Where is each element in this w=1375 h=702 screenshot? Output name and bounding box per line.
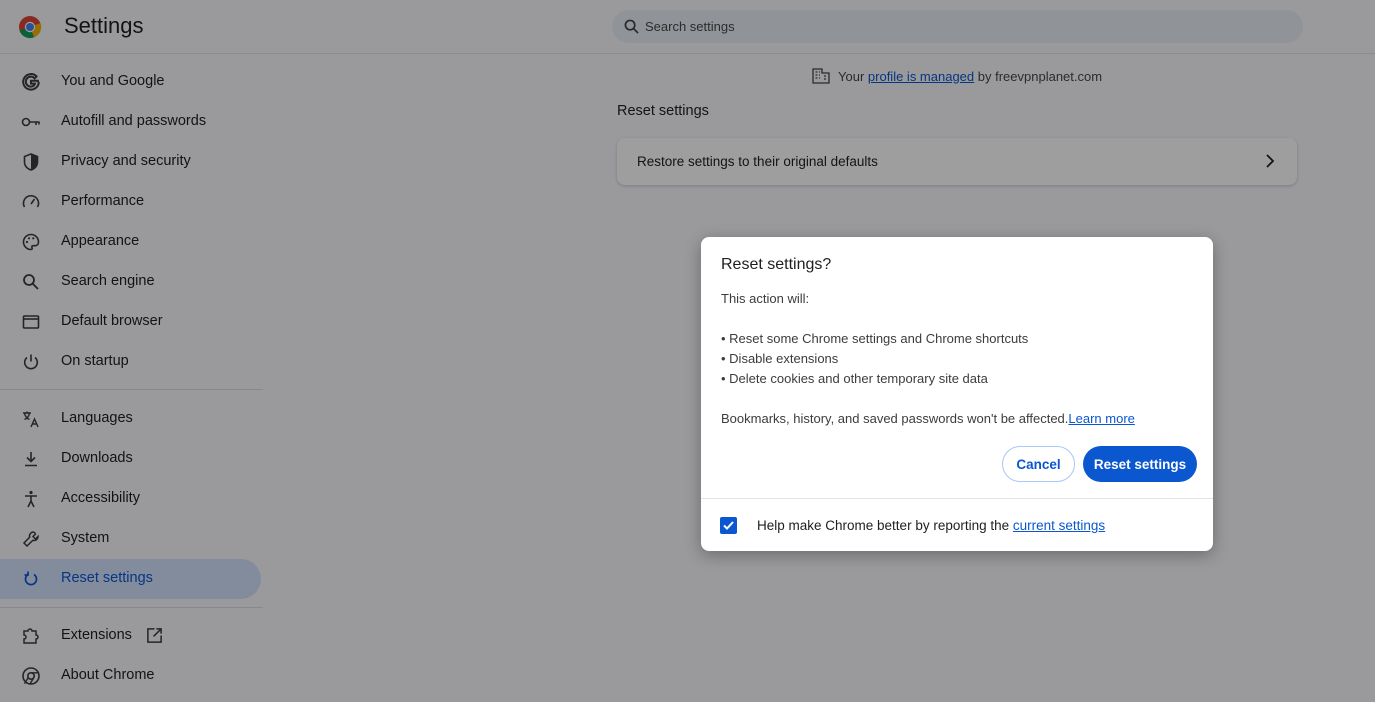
dialog-divider — [701, 498, 1213, 499]
dialog-note-text: Bookmarks, history, and saved passwords … — [721, 411, 1069, 426]
dialog-bullet: • Reset some Chrome settings and Chrome … — [721, 331, 1029, 346]
learn-more-link[interactable]: Learn more — [1068, 411, 1134, 426]
dialog-intro: This action will: — [721, 291, 810, 306]
dialog-bullet: • Disable extensions — [721, 351, 839, 366]
cancel-button[interactable]: Cancel — [1002, 446, 1075, 482]
checkmark-icon — [723, 521, 734, 530]
dialog-bullet: • Delete cookies and other temporary sit… — [721, 371, 988, 386]
report-settings-checkbox[interactable] — [720, 517, 737, 534]
reset-settings-dialog: Reset settings? This action will: • Rese… — [701, 237, 1213, 551]
dialog-note: Bookmarks, history, and saved passwords … — [721, 411, 1135, 426]
reset-settings-button[interactable]: Reset settings — [1083, 446, 1197, 482]
dialog-title: Reset settings? — [721, 256, 832, 273]
current-settings-link[interactable]: current settings — [1013, 518, 1105, 533]
report-settings-label: Help make Chrome better by reporting the… — [757, 518, 1105, 533]
checkbox-label-text: Help make Chrome better by reporting the — [757, 518, 1010, 533]
